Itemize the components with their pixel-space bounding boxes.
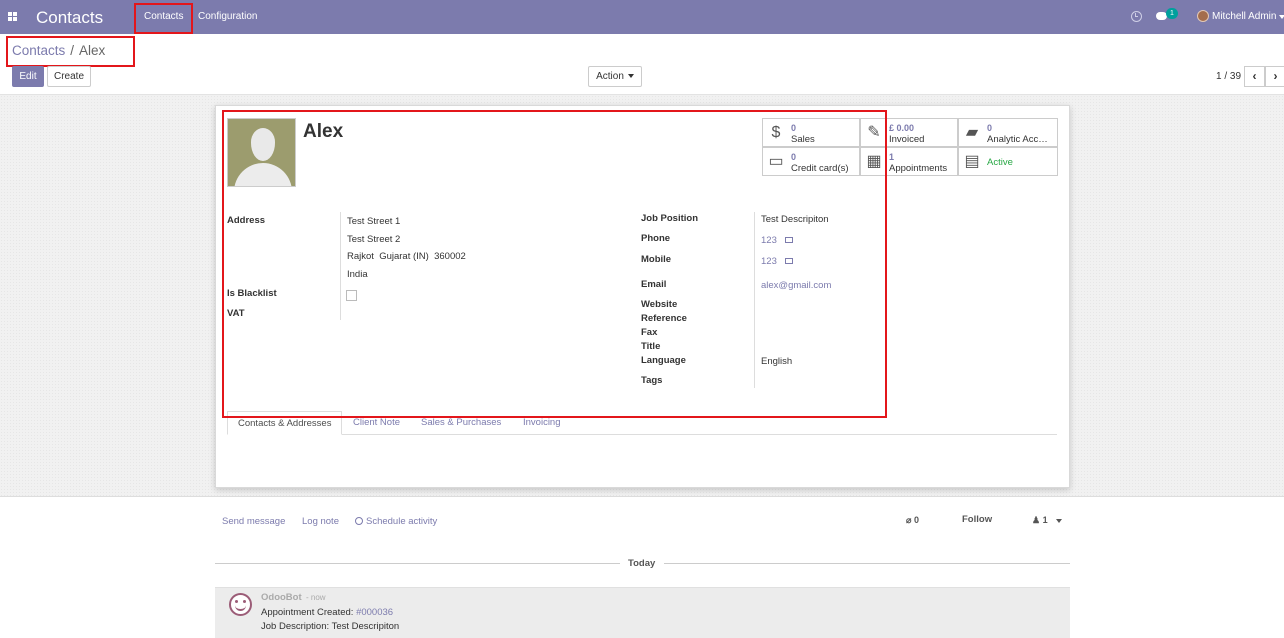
- message-date: - now: [306, 593, 326, 602]
- active-label: Active: [987, 157, 1013, 168]
- edit-button[interactable]: Edit: [12, 66, 44, 87]
- analytic-count: 0: [987, 123, 993, 133]
- chevron-down-icon[interactable]: [1279, 15, 1284, 19]
- invoiced-amount: £ 0.00: [889, 123, 915, 133]
- action-label: Action: [596, 71, 624, 82]
- chat-count-badge: 1: [1166, 8, 1178, 19]
- pager-value[interactable]: 1 / 39: [1216, 71, 1241, 82]
- activity-clock-icon[interactable]: [1131, 11, 1142, 22]
- attachments-button[interactable]: ⌀ 0: [906, 515, 919, 526]
- highlight-box-breadcrumb: [6, 36, 135, 67]
- message-appointment-text: Appointment Created:: [261, 607, 357, 618]
- message-line-job-description: Job Description: Test Descripiton: [261, 621, 400, 632]
- pager-previous-button[interactable]: ‹: [1244, 66, 1265, 87]
- create-button[interactable]: Create: [47, 66, 91, 87]
- message-line-appointment: Appointment Created: #000036: [261, 607, 393, 618]
- attachments-count: 0: [913, 515, 919, 525]
- send-message-button[interactable]: Send message: [222, 516, 285, 527]
- date-separator-today: Today: [628, 558, 656, 569]
- log-note-button[interactable]: Log note: [302, 516, 339, 527]
- appointments-label: Appointments: [889, 163, 948, 174]
- apps-grid-icon[interactable]: [8, 12, 17, 21]
- followers-button[interactable]: ♟ 1: [1032, 515, 1062, 526]
- highlight-box-form: [222, 110, 887, 418]
- odoobot-avatar-icon: [229, 593, 252, 616]
- user-icon: ♟: [1032, 515, 1041, 525]
- schedule-activity-label: Schedule activity: [366, 516, 438, 527]
- date-separator-line-right: [664, 563, 1070, 564]
- paperclip-icon: ⌀: [906, 515, 912, 525]
- active-toggle-button[interactable]: ▤ Active: [958, 147, 1058, 176]
- book-icon: ▰: [965, 124, 979, 141]
- followers-count: 1: [1042, 515, 1048, 525]
- archive-icon: ▤: [964, 153, 980, 170]
- schedule-activity-button[interactable]: Schedule activity: [355, 516, 437, 527]
- appointments-count: 1: [889, 152, 895, 162]
- invoiced-label: Invoiced: [889, 134, 925, 145]
- message-author: OdooBot: [261, 592, 302, 603]
- highlight-box-menu: [134, 3, 193, 34]
- user-menu[interactable]: Mitchell Admin: [1212, 0, 1276, 34]
- caret-down-icon: [1055, 518, 1062, 523]
- caret-down-icon: [627, 74, 634, 79]
- analytic-label: Analytic Acc…: [987, 134, 1048, 145]
- menu-configuration[interactable]: Configuration: [198, 0, 257, 34]
- user-avatar[interactable]: [1197, 10, 1209, 22]
- action-dropdown[interactable]: Action: [588, 66, 642, 87]
- appointment-reference-link[interactable]: #000036: [356, 607, 393, 618]
- analytic-accounts-smart-button[interactable]: ▰ 0 Analytic Acc…: [958, 118, 1058, 147]
- follow-button[interactable]: Follow: [962, 514, 992, 525]
- app-brand: Contacts: [36, 8, 104, 27]
- date-separator-line-left: [215, 563, 620, 564]
- clock-icon: [355, 517, 363, 525]
- pager-next-button[interactable]: ›: [1265, 66, 1284, 87]
